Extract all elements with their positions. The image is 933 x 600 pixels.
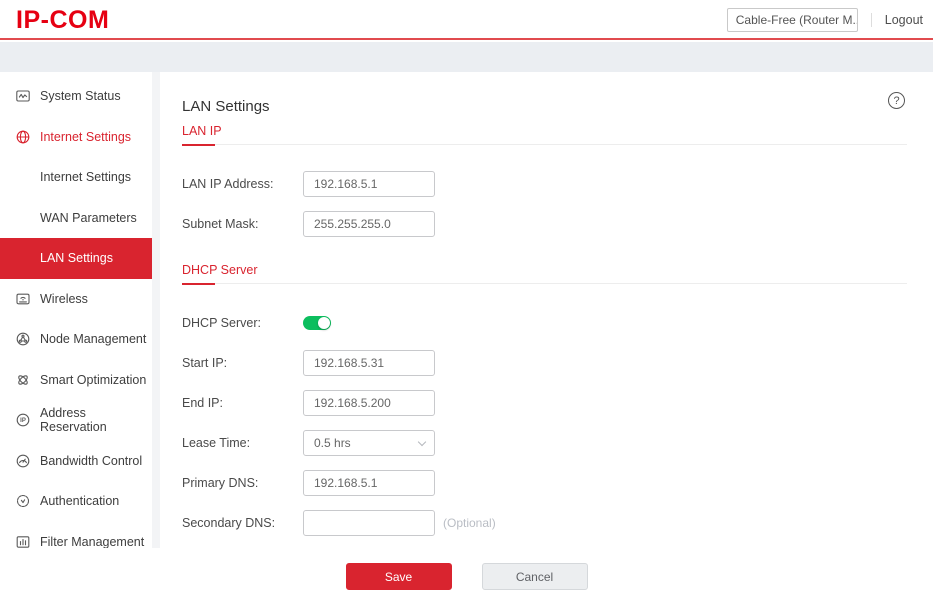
sidebar-item-node-management[interactable]: Node Management (0, 319, 152, 360)
sidebar-item-label: Internet Settings (40, 130, 131, 144)
toggle-knob (318, 317, 330, 329)
lease-time-select[interactable]: 0.5 hrs (303, 430, 435, 456)
form-row-dhcp-server: DHCP Server: (182, 310, 907, 336)
section-tab-lan-ip: LAN IP (182, 124, 907, 145)
sidebar-nav: System Status Internet Settings Internet… (0, 72, 152, 548)
field-label: DHCP Server: (182, 316, 303, 330)
top-header: IP-COM Cable-Free (Router M... Logout (0, 0, 933, 40)
sidebar-item-label: Address Reservation (40, 406, 152, 434)
optional-hint: (Optional) (443, 516, 496, 530)
authentication-icon (15, 493, 31, 509)
sidebar-item-filter-management[interactable]: Filter Management (0, 522, 152, 549)
form-row-lan-ip-address: LAN IP Address: (182, 171, 907, 197)
form-row-lease-time: Lease Time: 0.5 hrs (182, 430, 907, 456)
address-reservation-icon: IP (15, 412, 31, 428)
sidebar-item-label: Bandwidth Control (40, 454, 142, 468)
sidebar-item-label: Authentication (40, 494, 119, 508)
section-tab-dhcp-server: DHCP Server (182, 263, 907, 284)
chevron-down-icon (418, 437, 426, 445)
sidebar-item-address-reservation[interactable]: IP Address Reservation (0, 400, 152, 441)
form-row-subnet-mask: Subnet Mask: (182, 211, 907, 237)
sidebar-item-label: Internet Settings (40, 170, 131, 184)
sidebar-item-label: Filter Management (40, 535, 144, 548)
action-footer: Save Cancel (0, 548, 933, 600)
field-label: Secondary DNS: (182, 516, 303, 530)
mode-dropdown-value: Cable-Free (Router M... (736, 13, 858, 27)
sidebar-item-label: Smart Optimization (40, 373, 146, 387)
system-status-icon (15, 88, 31, 104)
sidebar-item-label: WAN Parameters (40, 211, 137, 225)
sidebar-item-internet-settings-sub[interactable]: Internet Settings (0, 157, 152, 198)
field-label: LAN IP Address: (182, 177, 303, 191)
form-row-primary-dns: Primary DNS: (182, 470, 907, 496)
wireless-icon (15, 291, 31, 307)
end-ip-input[interactable] (303, 390, 435, 416)
logout-button[interactable]: Logout (885, 13, 923, 27)
sidebar-item-wan-parameters[interactable]: WAN Parameters (0, 198, 152, 239)
secondary-dns-input[interactable] (303, 510, 435, 536)
filter-management-icon (15, 534, 31, 548)
lan-ip-address-input[interactable] (303, 171, 435, 197)
lease-time-value: 0.5 hrs (314, 436, 351, 450)
field-label: Primary DNS: (182, 476, 303, 490)
page-title: LAN Settings (182, 72, 907, 116)
node-management-icon (15, 331, 31, 347)
ipcom-logo: IP-COM (16, 0, 109, 40)
sidebar-item-authentication[interactable]: Authentication (0, 481, 152, 522)
start-ip-input[interactable] (303, 350, 435, 376)
field-label: Lease Time: (182, 436, 303, 450)
primary-dns-input[interactable] (303, 470, 435, 496)
sidebar-item-system-status[interactable]: System Status (0, 76, 152, 117)
header-controls: Cable-Free (Router M... Logout (727, 0, 923, 40)
sidebar-item-internet-settings-parent[interactable]: Internet Settings (0, 117, 152, 158)
form-row-secondary-dns: Secondary DNS: (Optional) (182, 510, 907, 536)
mode-dropdown[interactable]: Cable-Free (Router M... (727, 8, 858, 32)
bandwidth-control-icon (15, 453, 31, 469)
sidebar-item-label: System Status (40, 89, 121, 103)
field-label: Subnet Mask: (182, 217, 303, 231)
sidebar-item-smart-optimization[interactable]: Smart Optimization (0, 360, 152, 401)
smart-optimization-icon (15, 372, 31, 388)
gray-band (0, 42, 933, 72)
form-row-end-ip: End IP: (182, 390, 907, 416)
sidebar-item-label: Wireless (40, 292, 88, 306)
main-content: ? LAN Settings LAN IP LAN IP Address: Su… (160, 72, 933, 548)
internet-settings-icon (15, 129, 31, 145)
save-button[interactable]: Save (346, 563, 452, 590)
field-label: End IP: (182, 396, 303, 410)
cancel-button[interactable]: Cancel (482, 563, 588, 590)
subnet-mask-input[interactable] (303, 211, 435, 237)
sidebar-content-divider (152, 72, 160, 548)
field-label: Start IP: (182, 356, 303, 370)
sidebar-item-label: Node Management (40, 332, 146, 346)
svg-text:IP: IP (20, 418, 26, 424)
dhcp-server-toggle[interactable] (303, 316, 331, 330)
header-divider (871, 13, 872, 27)
sidebar-item-lan-settings[interactable]: LAN Settings (0, 238, 152, 279)
form-row-start-ip: Start IP: (182, 350, 907, 376)
sidebar-item-bandwidth-control[interactable]: Bandwidth Control (0, 441, 152, 482)
help-icon[interactable]: ? (888, 92, 905, 109)
sidebar-item-wireless[interactable]: Wireless (0, 279, 152, 320)
sidebar-item-label: LAN Settings (40, 251, 113, 265)
